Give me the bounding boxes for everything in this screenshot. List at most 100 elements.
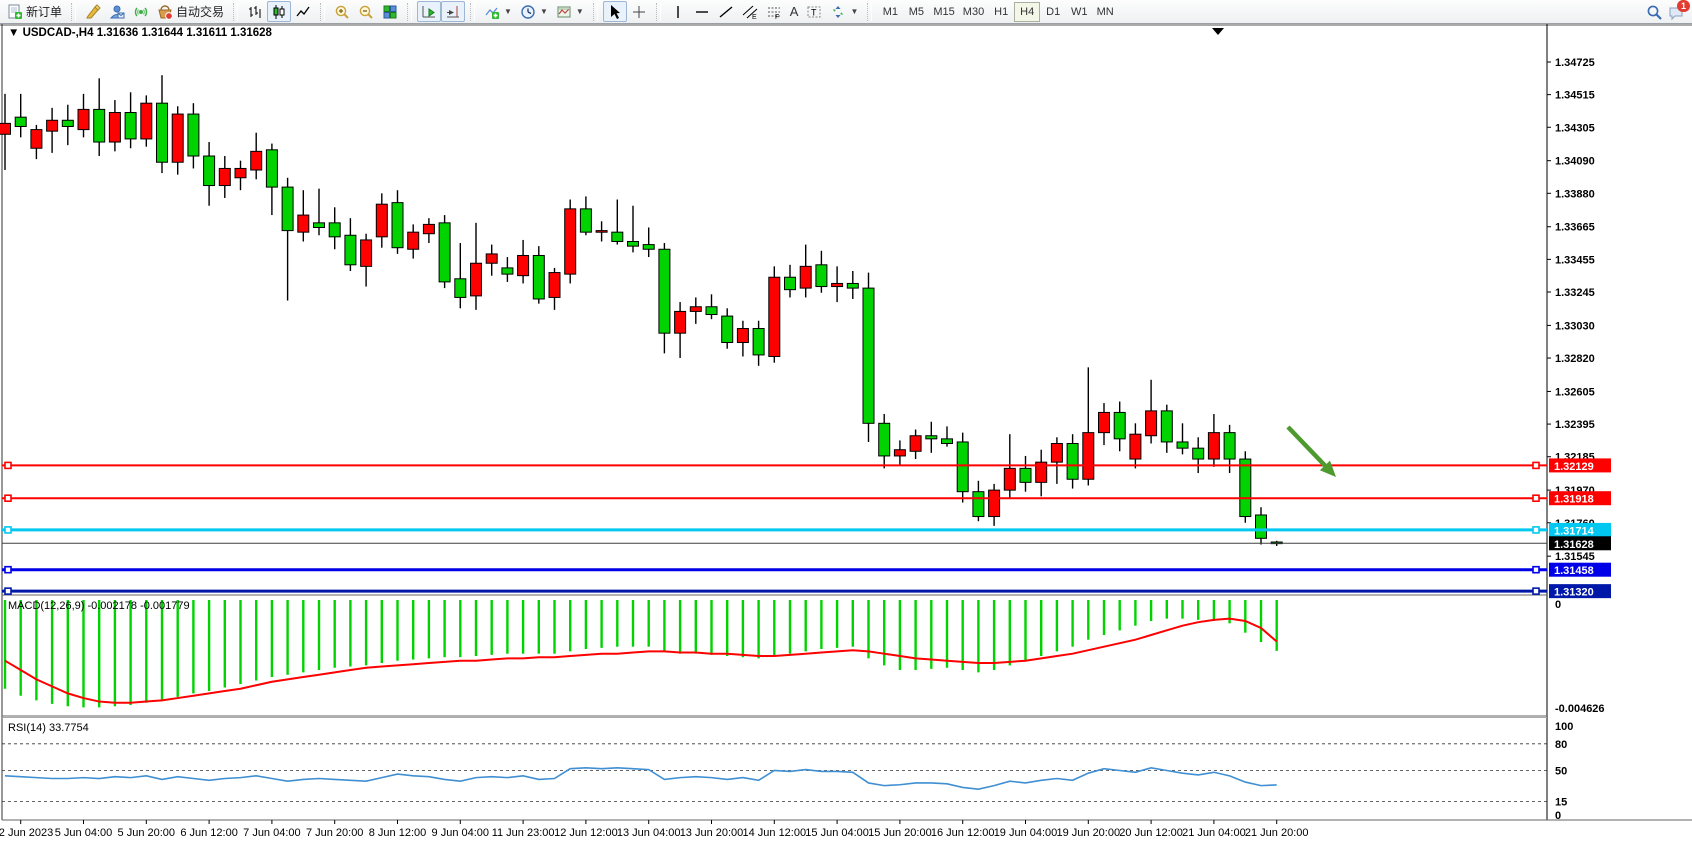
candle-body — [204, 156, 215, 186]
new-order-button[interactable]: 新订单 — [3, 1, 66, 22]
candle-body — [1067, 444, 1078, 480]
svg-text:T: T — [811, 7, 817, 17]
time-tick-label: 13 Jun 04:00 — [617, 827, 681, 839]
candle-body — [376, 204, 387, 237]
rsi-scale-label: 0 — [1555, 810, 1561, 822]
timeframe-button-m30[interactable]: M30 — [959, 2, 988, 22]
timeframe-button-h1[interactable]: H1 — [988, 2, 1014, 22]
clock-icon — [520, 4, 536, 20]
line-chart-icon — [295, 4, 311, 20]
indicators-icon — [484, 4, 500, 20]
metaeditor-button[interactable] — [81, 1, 105, 22]
chat-notification-icon[interactable]: 1 — [1668, 4, 1684, 20]
text-label-tool-button[interactable]: T — [802, 1, 826, 22]
toolbar-separator — [407, 3, 412, 21]
autotrading-button[interactable]: 自动交易 — [153, 1, 228, 22]
market-person-icon — [109, 4, 125, 20]
time-tick-label: 19 Jun 04:00 — [994, 827, 1058, 839]
signals-button[interactable] — [129, 1, 153, 22]
candle-body — [251, 151, 262, 170]
candlestick-mode-button[interactable] — [267, 1, 291, 22]
candle-body — [62, 120, 73, 126]
time-tick-label: 7 Jun 04:00 — [243, 827, 301, 839]
fibonacci-tool-button[interactable]: F — [762, 1, 786, 22]
time-tick-label: 2 Jun 2023 — [0, 827, 53, 839]
candle-body — [894, 450, 905, 456]
arrows-icon — [830, 4, 846, 20]
candle-body — [423, 224, 434, 233]
timeframe-button-d1[interactable]: D1 — [1040, 2, 1066, 22]
vertical-line-tool-button[interactable] — [666, 1, 690, 22]
candle-body — [769, 277, 780, 356]
toolbar-separator — [593, 3, 598, 21]
metaeditor-crayon-icon — [85, 4, 101, 20]
candle-body — [737, 329, 748, 343]
candle-body — [643, 245, 654, 250]
toolbar-separator — [867, 3, 872, 21]
cursor-arrow-icon — [607, 4, 623, 20]
vertical-line-icon — [670, 4, 686, 20]
hline-anchor — [1533, 462, 1539, 468]
candle-body — [942, 439, 953, 444]
macd-label: MACD(12,26,9) -0.002178 -0.001779 — [8, 600, 190, 612]
timeframe-button-mn[interactable]: MN — [1092, 2, 1118, 22]
toolbar-separator — [656, 3, 661, 21]
timeframe-button-w1[interactable]: W1 — [1066, 2, 1092, 22]
timeframe-button-m1[interactable]: M1 — [877, 2, 903, 22]
search-icon[interactable] — [1646, 4, 1662, 20]
rsi-scale-label: 15 — [1555, 797, 1567, 809]
bar-chart-mode-button[interactable] — [243, 1, 267, 22]
hline-anchor — [1533, 495, 1539, 501]
signals-radio-icon — [133, 4, 149, 20]
candle-body — [219, 168, 230, 185]
candle-body — [314, 223, 325, 228]
auto-scroll-icon — [421, 4, 437, 20]
candle-body — [408, 232, 419, 249]
price-tick-label: 1.31545 — [1555, 551, 1595, 563]
tile-windows-button[interactable] — [378, 1, 402, 22]
text-tool-button[interactable]: A — [786, 1, 803, 22]
candle-body — [141, 103, 152, 139]
candle-body — [832, 283, 843, 286]
hline-anchor — [5, 495, 11, 501]
channel-tool-button[interactable]: E — [738, 1, 762, 22]
candle-body — [690, 307, 701, 312]
timeframe-button-h4[interactable]: H4 — [1014, 2, 1040, 22]
auto-scroll-button[interactable] — [417, 1, 441, 22]
zoom-in-icon — [334, 4, 350, 20]
timeframe-button-m5[interactable]: M5 — [903, 2, 929, 22]
indicators-button[interactable]: ▼ — [480, 1, 516, 22]
tile-windows-icon — [382, 4, 398, 20]
line-chart-mode-button[interactable] — [291, 1, 315, 22]
crosshair-tool-button[interactable] — [627, 1, 651, 22]
candle-body — [1224, 433, 1235, 459]
candle-body — [345, 235, 356, 265]
trendline-tool-button[interactable] — [714, 1, 738, 22]
zoom-in-button[interactable] — [330, 1, 354, 22]
chart-window[interactable]: 1.347251.345151.343051.340901.338801.336… — [0, 24, 1692, 845]
candle-body — [109, 113, 120, 143]
time-tick-label: 15 Jun 20:00 — [868, 827, 932, 839]
candle-body — [47, 120, 58, 131]
hline-anchor — [5, 527, 11, 533]
candle-body — [706, 307, 717, 315]
price-tick-label: 1.33030 — [1555, 320, 1595, 332]
templates-button[interactable]: ▼ — [552, 1, 588, 22]
periods-button[interactable]: ▼ — [516, 1, 552, 22]
price-chart-canvas[interactable]: 1.347251.345151.343051.340901.338801.336… — [0, 24, 1692, 845]
price-tick-label: 1.34725 — [1555, 57, 1595, 69]
candle-body — [282, 187, 293, 231]
horizontal-line-tool-button[interactable] — [690, 1, 714, 22]
candle-body — [1161, 411, 1172, 442]
market-button[interactable] — [105, 1, 129, 22]
rsi-scale-label: 80 — [1555, 739, 1567, 751]
candle-body — [471, 263, 482, 296]
arrows-tool-button[interactable]: ▼ — [826, 1, 862, 22]
chart-shift-button[interactable] — [441, 1, 465, 22]
hline-anchor — [5, 462, 11, 468]
zoom-out-button[interactable] — [354, 1, 378, 22]
candle-body — [800, 266, 811, 288]
timeframe-button-m15[interactable]: M15 — [929, 2, 958, 22]
toolbar-separator — [233, 3, 238, 21]
cursor-tool-button[interactable] — [603, 1, 627, 22]
